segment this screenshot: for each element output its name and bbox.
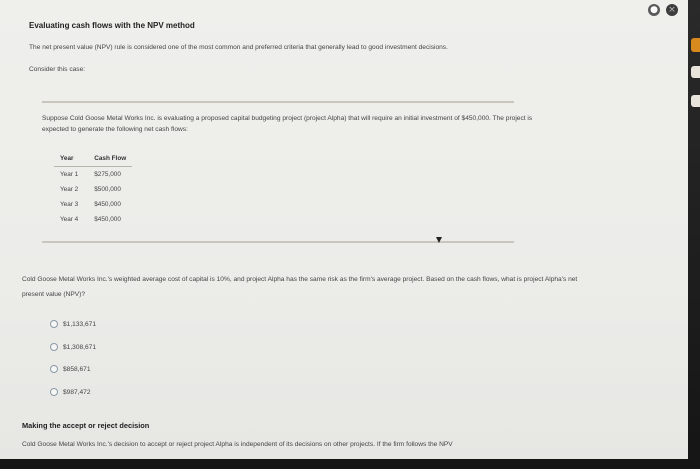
radio-button[interactable] [50, 365, 58, 373]
divider-top [42, 101, 514, 103]
table-row: Year 4 $450,000 [54, 212, 132, 227]
header-year: Year [54, 151, 89, 167]
section-heading: Making the accept or reject decision [22, 421, 150, 430]
answer-option-4[interactable]: $987,472 [50, 388, 91, 396]
cell-year: Year 3 [60, 201, 79, 208]
case-description: Suppose Cold Goose Metal Works Inc. is e… [42, 115, 533, 133]
divider-bottom [42, 241, 514, 243]
answer-option-1[interactable]: $1,133,671 [50, 320, 96, 328]
table-row: Year 1 $275,000 [54, 167, 132, 183]
cell-cash-flow: $450,000 [94, 216, 121, 223]
side-tab-icon[interactable] [691, 95, 700, 107]
cell-year: Year 4 [60, 216, 79, 223]
table-row: Year 2 $500,000 [54, 182, 132, 197]
question-page: Evaluating cash flows with the NPV metho… [0, 0, 688, 469]
bottom-bezel [0, 459, 700, 469]
table-header-row: Year Cash Flow [54, 151, 133, 167]
cell-cash-flow: $275,000 [94, 171, 121, 178]
cell-year: Year 2 [60, 186, 79, 193]
intro-text: The net present value (NPV) rule is cons… [29, 44, 448, 51]
side-tab-icon[interactable] [691, 38, 700, 52]
cell-cash-flow: $450,000 [94, 201, 121, 208]
radio-button[interactable] [50, 388, 58, 396]
option-label: $987,472 [63, 388, 91, 396]
cash-flow-table: Year Cash Flow Year 1 $275,000 Year 2 $5… [54, 151, 133, 227]
page-title: Evaluating cash flows with the NPV metho… [29, 21, 195, 30]
radio-button[interactable] [50, 320, 58, 328]
answer-option-3[interactable]: $858,671 [50, 365, 91, 373]
option-label: $1,308,671 [63, 343, 97, 351]
table-row: Year 3 $450,000 [54, 197, 132, 212]
radio-button[interactable] [50, 343, 58, 351]
info-icon[interactable]: ● [648, 4, 660, 16]
answer-option-2[interactable]: $1,308,671 [50, 343, 96, 351]
option-label: $858,671 [63, 365, 91, 373]
cell-year: Year 1 [60, 171, 79, 178]
close-icon[interactable]: × [666, 4, 678, 16]
mouse-cursor-icon [436, 237, 442, 243]
option-label: $1,133,671 [63, 320, 97, 328]
side-tab-icon[interactable] [691, 66, 700, 78]
header-cash-flow: Cash Flow [88, 151, 133, 167]
cell-cash-flow: $500,000 [94, 186, 121, 193]
question-text: Cold Goose Metal Works Inc.'s weighted a… [22, 276, 578, 298]
section-text: Cold Goose Metal Works Inc.'s decision t… [22, 441, 453, 448]
consider-label: Consider this case: [29, 66, 86, 73]
